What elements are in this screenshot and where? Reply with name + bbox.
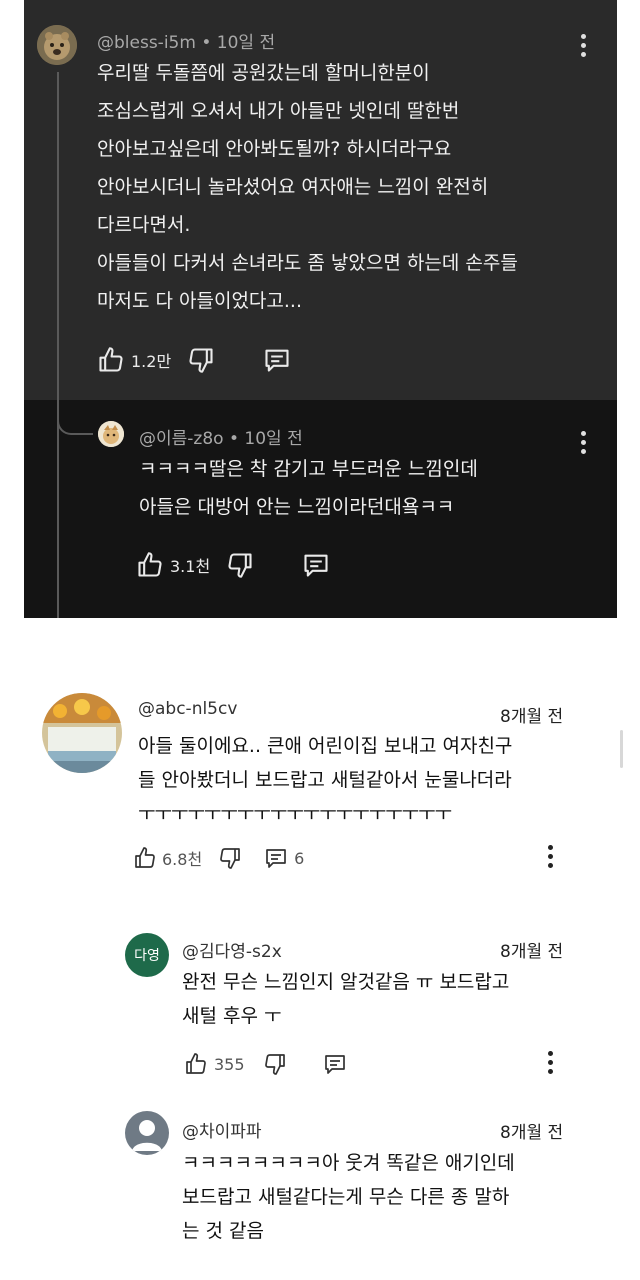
avatar-initials: 다영 (134, 948, 160, 964)
like-count: 3.1천 (170, 557, 211, 576)
reply-button[interactable]: 6 (264, 846, 304, 870)
more-vertical-icon[interactable] (580, 34, 586, 61)
comment-text: 우리딸 두돌쯤에 공원갔는데 할머니한분이 조심스럽게 오셔서 내가 아들만 넷… (97, 54, 518, 320)
comment-line: 들 안아봤더니 보드랍고 새털같아서 눈물나더라 (138, 769, 512, 791)
comment-time[interactable]: 8개월 전 (500, 1118, 563, 1143)
reply-count: 6 (294, 848, 305, 868)
author-name[interactable]: @abc-nl5cv (138, 699, 237, 719)
comment-line: 우리딸 두돌쯤에 공원갔는데 할머니한분이 (97, 62, 430, 84)
person-icon (132, 1120, 162, 1151)
thumbs-up-icon (186, 1053, 206, 1074)
like-button[interactable]: 3.1천 (136, 551, 210, 579)
comment-text: 완전 무슨 느낌인지 알것같음 ㅠ 보드랍고 새털 후우 ㅜ (182, 965, 509, 1033)
like-count: 6.8천 (162, 850, 203, 869)
comment-time[interactable]: 8개월 전 (500, 702, 563, 727)
comment-text: 아들 둘이에요.. 큰애 어린이집 보내고 여자친구 들 안아봤더니 보드랍고 … (138, 729, 512, 831)
dislike-button[interactable] (187, 346, 215, 374)
comment-line: 마저도 다 아들이었다고... (97, 290, 302, 312)
thumbs-up-icon (99, 347, 123, 372)
dislike-button[interactable] (263, 1052, 287, 1076)
thumbs-down-icon (220, 848, 241, 869)
comment-line: 완전 무슨 느낌인지 알것같음 ㅠ 보드랍고 (182, 971, 510, 993)
animal-avatar-image (37, 25, 77, 65)
thumbs-down-icon (264, 1054, 285, 1075)
character-avatar-image (98, 421, 124, 447)
comment-meta: @bless-i5m • 10일 전 (97, 28, 275, 53)
avatar[interactable] (42, 693, 122, 773)
reply-comment-icon (266, 849, 287, 868)
scrollbar[interactable] (620, 730, 623, 768)
reply-button[interactable] (302, 551, 330, 579)
author-name[interactable]: @bless-i5m (97, 33, 196, 53)
comment-actions: 6.8천 6 (133, 846, 304, 870)
thumbs-up-icon (135, 847, 155, 868)
thumbs-down-icon (189, 348, 213, 373)
comment-line: 새털 후우 ㅜ (182, 1005, 282, 1027)
reply-button[interactable] (263, 346, 291, 374)
comment-text: ㅋㅋㅋㅋㅋㅋㅋㅋ아 웃겨 똑같은 애기인데 보드랍고 새털같다는게 무슨 다른 … (182, 1146, 515, 1248)
comment-line: ㅋㅋㅋㅋ딸은 착 감기고 부드러운 느낌인데 (139, 458, 478, 480)
avatar[interactable] (98, 421, 124, 447)
comment-line: 다르다면서. (97, 214, 191, 236)
comment-line: 보드랍고 새털같다는게 무슨 다른 종 말하 (182, 1186, 510, 1208)
reply-comment-icon (324, 1055, 345, 1074)
comment-time[interactable]: 8개월 전 (500, 937, 563, 962)
more-vertical-icon[interactable] (580, 431, 586, 458)
comment-line: ㅜㅜㅜㅜㅜㅜㅜㅜㅜㅜㅜㅜㅜㅜㅜㅜㅜㅜㅜ (138, 803, 452, 825)
comment-line: 아들들이 다커서 손녀라도 좀 낳았으면 하는데 손주들 (97, 252, 518, 274)
avatar[interactable] (37, 25, 77, 65)
like-button[interactable]: 6.8천 (133, 846, 202, 870)
comment-actions: 355 (184, 1052, 347, 1076)
avatar[interactable] (125, 1111, 169, 1155)
author-name[interactable]: @차이파파 (182, 1117, 262, 1142)
author-name[interactable]: @이름-z8o (139, 429, 224, 449)
comment-meta: @이름-z8o • 10일 전 (139, 424, 303, 449)
like-button[interactable]: 355 (184, 1052, 245, 1076)
thumbs-down-icon (228, 553, 252, 578)
more-vertical-icon[interactable] (547, 1051, 553, 1078)
like-count: 1.2만 (131, 352, 172, 371)
comment-time[interactable]: 10일 전 (217, 33, 275, 53)
dislike-button[interactable] (218, 846, 242, 870)
avatar[interactable]: 다영 (125, 933, 169, 977)
thread-line (57, 72, 59, 618)
comment-line: 안아보시더니 놀라셨어요 여자애는 느낌이 완전히 (97, 176, 489, 198)
comment-line: 아들은 대방어 안는 느낌이라던대욬ㅋㅋ (139, 496, 455, 518)
comment-line: 는 것 같음 (182, 1220, 264, 1242)
comment-line: ㅋㅋㅋㅋㅋㅋㅋㅋ아 웃겨 똑같은 애기인데 (182, 1152, 515, 1174)
meta-separator: • (228, 429, 239, 449)
comment-line: 조심스럽게 오셔서 내가 아들만 넷인데 딸한번 (97, 100, 460, 122)
comment-line: 안아보고싶은데 안아봐도될까? 하시더라구요 (97, 138, 452, 160)
comment-actions: 1.2만 (97, 346, 291, 374)
dislike-button[interactable] (226, 551, 254, 579)
thread-connector (57, 419, 93, 435)
thumbs-up-icon (138, 552, 162, 577)
comment-line: 아들 둘이에요.. 큰애 어린이집 보내고 여자친구 (138, 735, 513, 757)
meta-separator: • (201, 33, 212, 53)
like-count: 355 (214, 1054, 245, 1074)
comment-actions: 3.1천 (136, 551, 330, 579)
cake-photo-avatar-image (42, 693, 122, 773)
comment-time[interactable]: 10일 전 (244, 429, 302, 449)
more-vertical-icon[interactable] (547, 845, 553, 872)
like-button[interactable]: 1.2만 (97, 346, 171, 374)
reply-button[interactable] (323, 1052, 347, 1076)
author-name[interactable]: @김다영-s2x (182, 937, 282, 962)
comment-text: ㅋㅋㅋㅋ딸은 착 감기고 부드러운 느낌인데 아들은 대방어 안는 느낌이라던대… (139, 450, 478, 526)
reply-comment-icon (304, 554, 328, 577)
reply-comment-icon (265, 349, 289, 372)
